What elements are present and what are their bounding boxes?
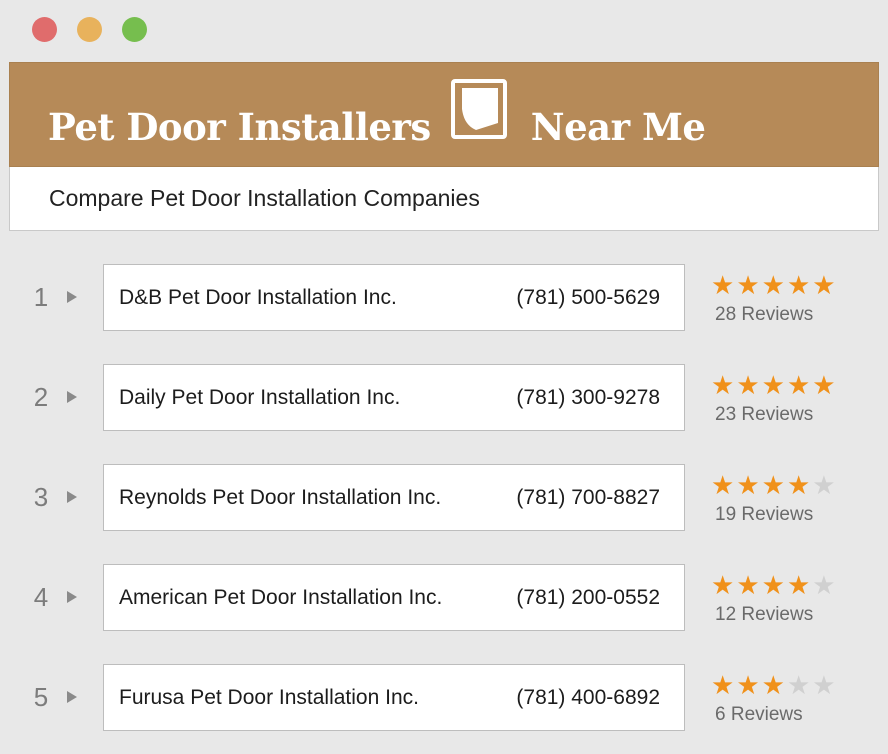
star-filled-icon: ★ xyxy=(736,370,760,400)
star-filled-icon: ★ xyxy=(736,670,760,700)
company-name[interactable]: Daily Pet Door Installation Inc. xyxy=(119,386,400,410)
star-empty-icon: ★ xyxy=(812,470,836,500)
star-filled-icon: ★ xyxy=(786,370,811,400)
star-empty-icon: ★ xyxy=(786,670,811,700)
star-filled-icon: ★ xyxy=(812,270,836,300)
star-filled-icon: ★ xyxy=(786,570,811,600)
rank-number: 5 xyxy=(33,682,49,712)
star-filled-icon: ★ xyxy=(761,270,785,300)
page-title: Pet Door Installers Near Me xyxy=(48,78,706,149)
star-rating: ★ ★ ★ ★ ★ xyxy=(711,472,836,498)
title-left: Pet Door Installers xyxy=(48,104,431,149)
review-count[interactable]: 12 Reviews xyxy=(715,604,836,626)
company-row: 3 Reynolds Pet Door Installation Inc. (7… xyxy=(0,464,888,564)
company-card[interactable]: Reynolds Pet Door Installation Inc. (781… xyxy=(103,464,685,531)
expand-arrow-icon[interactable] xyxy=(67,491,77,503)
expand-arrow-icon[interactable] xyxy=(67,691,77,703)
star-rating: ★ ★ ★ ★ ★ xyxy=(711,272,836,298)
company-card[interactable]: D&B Pet Door Installation Inc. (781) 500… xyxy=(103,264,685,331)
star-filled-icon: ★ xyxy=(736,270,760,300)
rank-number: 1 xyxy=(33,282,49,312)
star-filled-icon: ★ xyxy=(786,270,811,300)
app-window: Pet Door Installers Near Me Compare Pet … xyxy=(0,0,888,754)
pet-door-icon xyxy=(450,78,511,141)
star-filled-icon: ★ xyxy=(711,270,735,300)
star-filled-icon: ★ xyxy=(711,670,735,700)
company-row: 5 Furusa Pet Door Installation Inc. (781… xyxy=(0,664,888,754)
star-filled-icon: ★ xyxy=(711,470,735,500)
company-name[interactable]: Furusa Pet Door Installation Inc. xyxy=(119,686,419,710)
star-filled-icon: ★ xyxy=(812,370,836,400)
title-right: Near Me xyxy=(530,104,706,149)
company-row: 4 American Pet Door Installation Inc. (7… xyxy=(0,564,888,664)
company-row: 1 D&B Pet Door Installation Inc. (781) 5… xyxy=(0,264,888,364)
star-filled-icon: ★ xyxy=(761,470,785,500)
company-name[interactable]: Reynolds Pet Door Installation Inc. xyxy=(119,486,441,510)
window-controls xyxy=(32,17,147,42)
rank-number: 3 xyxy=(33,482,49,512)
company-phone[interactable]: (781) 700-8827 xyxy=(516,486,660,510)
rating: ★ ★ ★ ★ ★ 6 Reviews xyxy=(711,672,836,726)
rating: ★ ★ ★ ★ ★ 28 Reviews xyxy=(711,272,836,326)
star-rating: ★ ★ ★ ★ ★ xyxy=(711,572,836,598)
company-name[interactable]: D&B Pet Door Installation Inc. xyxy=(119,286,397,310)
maximize-window-button[interactable] xyxy=(122,17,147,42)
expand-arrow-icon[interactable] xyxy=(67,591,77,603)
star-empty-icon: ★ xyxy=(812,570,836,600)
company-phone[interactable]: (781) 300-9278 xyxy=(516,386,660,410)
rank-number: 4 xyxy=(33,582,49,612)
company-card[interactable]: American Pet Door Installation Inc. (781… xyxy=(103,564,685,631)
review-count[interactable]: 23 Reviews xyxy=(715,404,836,426)
star-filled-icon: ★ xyxy=(711,370,735,400)
star-rating: ★ ★ ★ ★ ★ xyxy=(711,372,836,398)
review-count[interactable]: 19 Reviews xyxy=(715,504,836,526)
company-row: 2 Daily Pet Door Installation Inc. (781)… xyxy=(0,364,888,464)
expand-arrow-icon[interactable] xyxy=(67,391,77,403)
expand-arrow-icon[interactable] xyxy=(67,291,77,303)
company-card[interactable]: Furusa Pet Door Installation Inc. (781) … xyxy=(103,664,685,731)
rating: ★ ★ ★ ★ ★ 12 Reviews xyxy=(711,572,836,626)
page-header: Pet Door Installers Near Me xyxy=(9,62,879,167)
company-phone[interactable]: (781) 500-5629 xyxy=(516,286,660,310)
star-rating: ★ ★ ★ ★ ★ xyxy=(711,672,836,698)
company-list: 1 D&B Pet Door Installation Inc. (781) 5… xyxy=(0,264,888,754)
star-filled-icon: ★ xyxy=(736,470,760,500)
review-count[interactable]: 28 Reviews xyxy=(715,304,836,326)
star-filled-icon: ★ xyxy=(761,670,785,700)
company-phone[interactable]: (781) 200-0552 xyxy=(516,586,660,610)
rank-number: 2 xyxy=(33,382,49,412)
star-empty-icon: ★ xyxy=(812,670,836,700)
star-filled-icon: ★ xyxy=(736,570,760,600)
company-phone[interactable]: (781) 400-6892 xyxy=(516,686,660,710)
company-name[interactable]: American Pet Door Installation Inc. xyxy=(119,586,442,610)
rating: ★ ★ ★ ★ ★ 19 Reviews xyxy=(711,472,836,526)
company-card[interactable]: Daily Pet Door Installation Inc. (781) 3… xyxy=(103,364,685,431)
rating: ★ ★ ★ ★ ★ 23 Reviews xyxy=(711,372,836,426)
subheader: Compare Pet Door Installation Companies xyxy=(9,167,879,231)
star-filled-icon: ★ xyxy=(761,570,785,600)
subtitle: Compare Pet Door Installation Companies xyxy=(49,185,480,211)
review-count[interactable]: 6 Reviews xyxy=(715,704,836,726)
star-filled-icon: ★ xyxy=(711,570,735,600)
close-window-button[interactable] xyxy=(32,17,57,42)
star-filled-icon: ★ xyxy=(786,470,811,500)
minimize-window-button[interactable] xyxy=(77,17,102,42)
star-filled-icon: ★ xyxy=(761,370,785,400)
